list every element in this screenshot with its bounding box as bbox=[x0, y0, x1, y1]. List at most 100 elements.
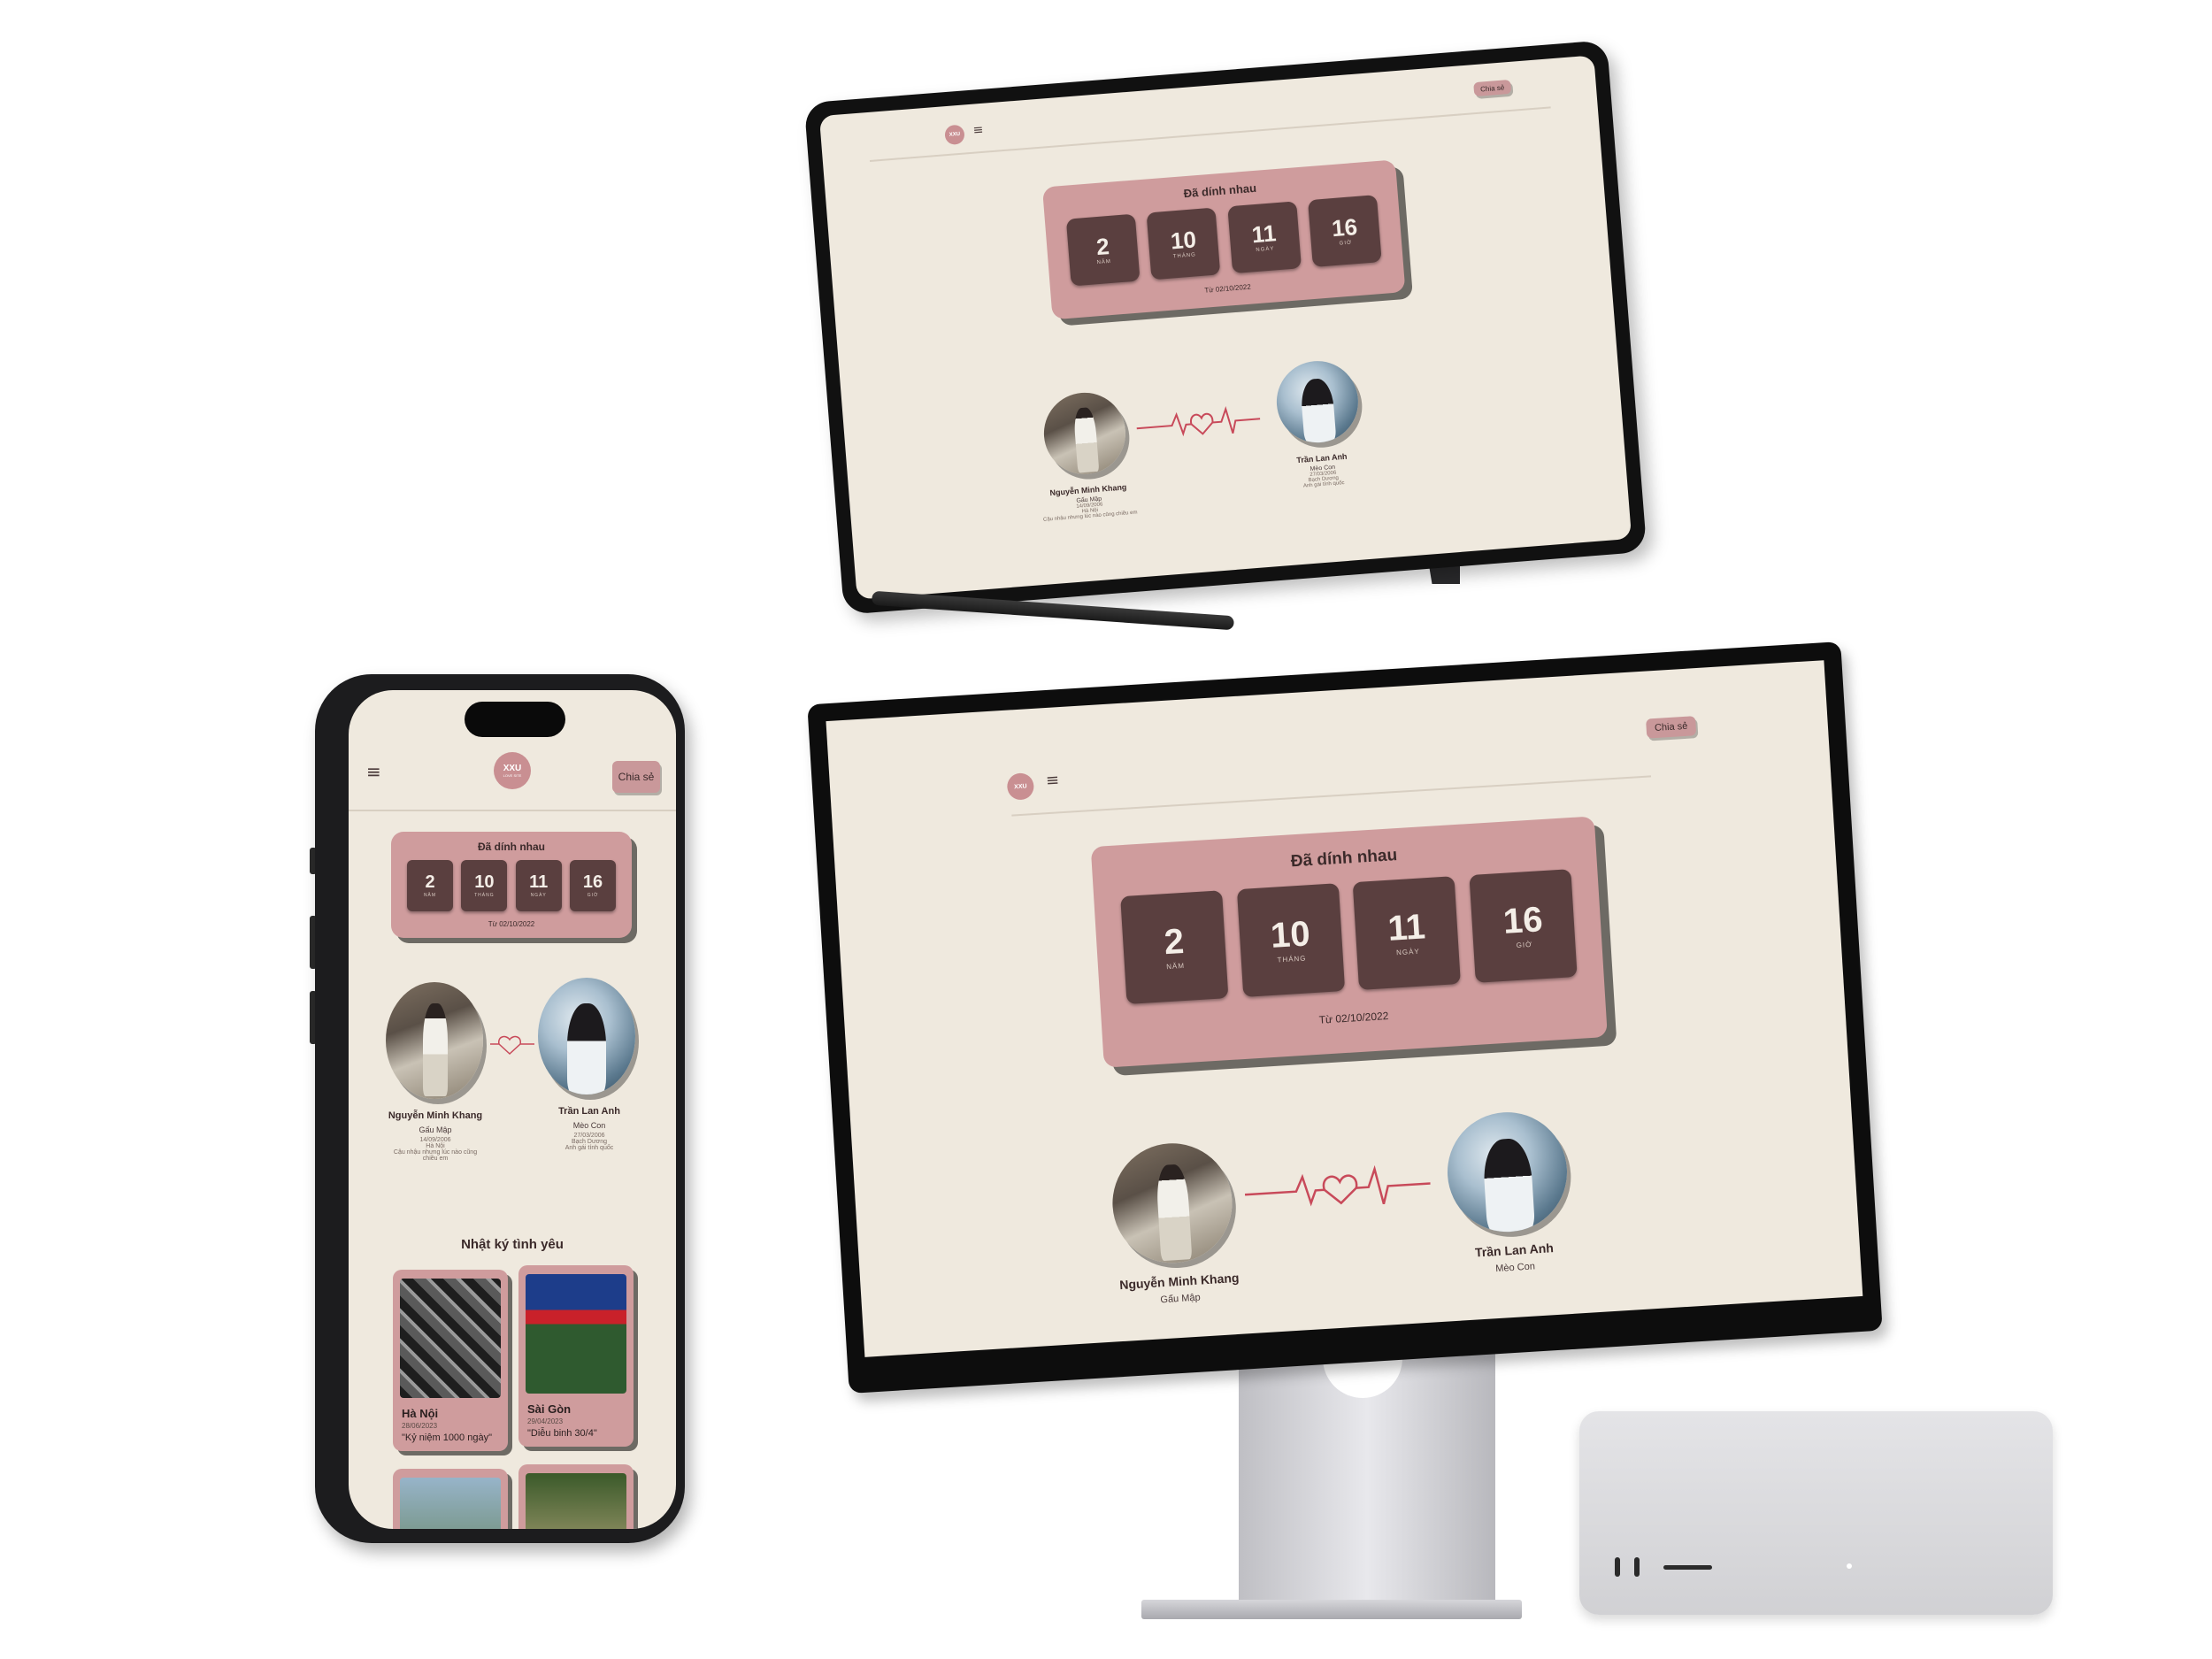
tablet-logo[interactable]: XXU bbox=[944, 124, 965, 146]
diary-photo bbox=[400, 1478, 501, 1529]
unit-value: 16 bbox=[582, 872, 603, 893]
phone-screen: ≡ XXU LOVE SITE Chia sẻ Đã dính nhau 2 N… bbox=[349, 690, 676, 1529]
person-nick: Mèo Con bbox=[572, 1121, 606, 1130]
avatar-her bbox=[1444, 1109, 1571, 1236]
person-place: Hà Nội bbox=[426, 1143, 445, 1149]
logo-initials: XXU bbox=[1013, 782, 1027, 790]
mini-desktop-device bbox=[1579, 1411, 2053, 1615]
tablet-screen: XXU ≡ Chia sẻ Đã dính nhau 2 NĂM 10 THÁN… bbox=[818, 55, 1632, 600]
person-birthday: 27/03/2006 bbox=[573, 1133, 605, 1139]
unit-value: 10 bbox=[1169, 226, 1198, 255]
unit-years: 2 NĂM bbox=[1120, 890, 1229, 1005]
diary-photo bbox=[526, 1274, 626, 1394]
unit-label: NGÀY bbox=[1256, 246, 1275, 254]
device-mockup-stage: XXU ≡ Chia sẻ Đã dính nhau 2 NĂM 10 THÁN… bbox=[0, 0, 2212, 1659]
heart-pulse-icon bbox=[1244, 1164, 1431, 1207]
share-button[interactable]: Chia sẻ bbox=[1646, 716, 1697, 739]
share-label: Chia sẻ bbox=[1654, 720, 1688, 734]
person-him-info: Nguyễn Minh Khang Gấu Mập 14/09/2006 Hà … bbox=[356, 1110, 515, 1162]
avatar-him bbox=[1041, 389, 1129, 478]
avatar-her bbox=[538, 978, 635, 1094]
header-divider bbox=[1011, 775, 1651, 817]
unit-value: 11 bbox=[1250, 219, 1278, 249]
diary-card[interactable] bbox=[393, 1469, 508, 1529]
share-button[interactable]: Chia sẻ bbox=[1473, 79, 1512, 97]
counter-title: Đã dính nhau bbox=[478, 841, 545, 853]
person-nick: Gấu Mập bbox=[419, 1125, 452, 1134]
diary-city: Hà Nội bbox=[402, 1407, 439, 1420]
counter-since: Từ 02/10/2022 bbox=[488, 920, 535, 928]
diary-photo bbox=[526, 1473, 626, 1529]
person-him-info: Nguyễn Minh Khang Gấu Mập bbox=[1064, 1267, 1296, 1311]
unit-value: 2 bbox=[425, 872, 435, 893]
unit-label: GIỜ bbox=[1516, 940, 1533, 949]
unit-days: 11 NGÀY bbox=[1226, 201, 1302, 274]
mini-port bbox=[1615, 1557, 1620, 1577]
heart-pulse-icon bbox=[490, 1035, 534, 1056]
unit-label: THÁNG bbox=[1277, 954, 1307, 964]
monitor-device: XXU ≡ Chia sẻ Đã dính nhau 2 NĂM 10 THÁN… bbox=[807, 641, 1883, 1394]
unit-label: GIỜ bbox=[1339, 240, 1353, 247]
mini-port bbox=[1634, 1557, 1640, 1577]
hamburger-icon[interactable]: ≡ bbox=[972, 123, 984, 138]
avatar-him bbox=[1109, 1140, 1236, 1267]
unit-years: 2 NĂM bbox=[1065, 213, 1141, 287]
tablet-device: XXU ≡ Chia sẻ Đã dính nhau 2 NĂM 10 THÁN… bbox=[803, 40, 1647, 615]
unit-days: 11 NGÀY bbox=[515, 860, 562, 911]
avatar-her bbox=[1273, 357, 1362, 446]
unit-label: NĂM bbox=[1096, 258, 1112, 266]
unit-months: 10 THÁNG bbox=[461, 860, 508, 911]
person-quote: Cậu nhậu nhưng lúc nào cũng chiều em bbox=[393, 1149, 478, 1162]
unit-value: 2 bbox=[1095, 233, 1110, 261]
person-her-info: Trần Lan Anh Mèo Con 27/03/2006 Bạch Dươ… bbox=[1233, 447, 1412, 495]
person-her-info: Trần Lan Anh Mèo Con 27/03/2006 Bạch Dươ… bbox=[510, 1106, 669, 1151]
unit-label: NGÀY bbox=[530, 892, 547, 898]
heart-pulse-icon bbox=[1136, 405, 1261, 437]
diary-card[interactable]: Hà Nội 28/06/2023 "Kỷ niệm 1000 ngày" bbox=[393, 1270, 508, 1451]
person-name: Nguyễn Minh Khang bbox=[388, 1110, 483, 1121]
person-place: Bạch Dương bbox=[571, 1139, 608, 1145]
header-divider bbox=[349, 810, 676, 811]
monitor-stand-base bbox=[1141, 1600, 1522, 1619]
unit-years: 2 NĂM bbox=[407, 860, 453, 911]
person-quote: Anh gái tính quốc bbox=[565, 1145, 614, 1151]
diary-card[interactable] bbox=[518, 1464, 634, 1529]
logo-subtitle: LOVE SITE bbox=[503, 773, 522, 778]
person-her-info: Trần Lan Anh Mèo Con bbox=[1399, 1236, 1631, 1280]
mini-card-slot bbox=[1663, 1565, 1712, 1570]
unit-value: 11 bbox=[1386, 907, 1427, 949]
diary-title: Nhật ký tình yêu bbox=[461, 1237, 564, 1252]
share-label: Chia sẻ bbox=[618, 771, 655, 783]
share-button[interactable]: Chia sẻ bbox=[612, 761, 660, 793]
unit-value: 10 bbox=[474, 872, 495, 893]
counter-card: Đã dính nhau 2 NĂM 10 THÁNG 11 NGÀY 16 G… bbox=[1090, 816, 1608, 1068]
unit-hours: 16 GIỜ bbox=[569, 860, 616, 911]
unit-months: 10 THÁNG bbox=[1236, 883, 1345, 997]
phone-logo[interactable]: XXU LOVE SITE bbox=[494, 752, 531, 789]
unit-value: 16 bbox=[1502, 900, 1544, 941]
unit-value: 16 bbox=[1330, 212, 1359, 242]
unit-label: GIỜ bbox=[587, 892, 599, 898]
header-divider bbox=[869, 106, 1552, 162]
counter-row: 2 NĂM 10 THÁNG 11 NGÀY 16 GIỜ bbox=[1120, 869, 1578, 1005]
diary-card[interactable]: Sài Gòn 29/04/2023 "Diễu binh 30/4" bbox=[518, 1265, 634, 1447]
unit-label: NĂM bbox=[423, 892, 437, 898]
unit-label: THÁNG bbox=[1172, 252, 1197, 260]
avatar-him bbox=[386, 982, 483, 1099]
diary-quote: "Kỷ niệm 1000 ngày" bbox=[402, 1432, 492, 1443]
diary-city: Sài Gòn bbox=[527, 1402, 572, 1416]
diary-date: 29/04/2023 bbox=[527, 1417, 564, 1425]
monitor-logo[interactable]: XXU bbox=[1006, 772, 1035, 801]
unit-label: NĂM bbox=[1165, 961, 1186, 972]
unit-label: THÁNG bbox=[474, 892, 495, 898]
diary-photo bbox=[400, 1279, 501, 1398]
diary-quote: "Diễu binh 30/4" bbox=[527, 1428, 597, 1439]
person-name: Trần Lan Anh bbox=[558, 1106, 620, 1117]
unit-days: 11 NGÀY bbox=[1352, 876, 1462, 990]
counter-row: 2 NĂM 10 THÁNG 11 NGÀY 16 GIỜ bbox=[407, 860, 616, 911]
hamburger-icon[interactable]: ≡ bbox=[1045, 771, 1059, 790]
unit-value: 10 bbox=[1269, 914, 1311, 956]
hamburger-icon[interactable]: ≡ bbox=[366, 761, 381, 782]
share-label: Chia sẻ bbox=[1479, 82, 1505, 94]
counter-card: Đã dính nhau 2 NĂM 10 THÁNG 11 NGÀY 16 G… bbox=[391, 832, 632, 938]
